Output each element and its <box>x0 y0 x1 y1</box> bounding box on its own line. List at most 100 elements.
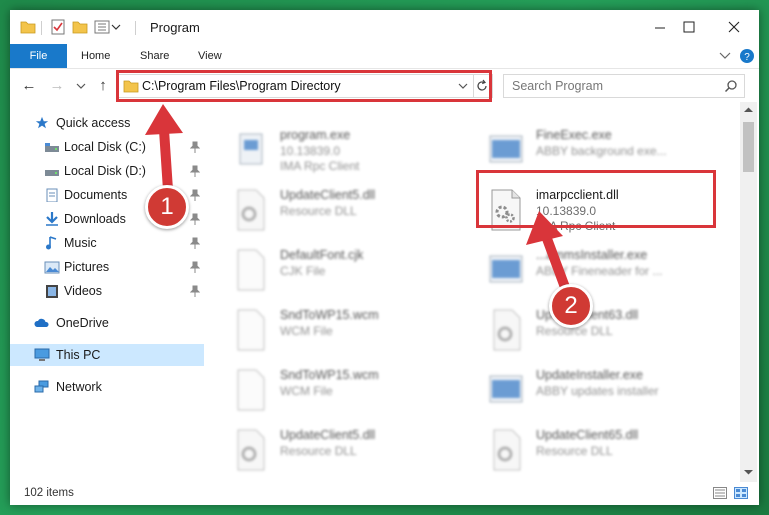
nav-videos[interactable]: Videos <box>10 280 204 302</box>
exe-file-icon <box>489 135 523 163</box>
file-item-imarpcclient[interactable]: imarpcclient.dll 10.13839.0 IMA Rpc Clie… <box>466 182 706 238</box>
file-item[interactable]: SndToWP15.wcm WCM File <box>210 302 450 358</box>
chevron-down-icon[interactable] <box>111 23 121 31</box>
forward-arrow-icon[interactable]: → <box>48 77 66 95</box>
nav-item-label: Videos <box>64 284 102 298</box>
tab-view[interactable]: View <box>198 44 222 68</box>
file-item[interactable]: UpdateClient5.dll Resource DLL <box>210 182 450 238</box>
file-item[interactable]: UpdateInstaller.exe ABBY updates install… <box>466 362 706 418</box>
exe-file-icon <box>489 375 523 403</box>
back-arrow-icon[interactable]: ← <box>20 77 38 95</box>
nav-item-label: Documents <box>64 188 128 202</box>
address-dropdown-icon[interactable] <box>458 83 468 90</box>
vertical-scrollbar[interactable] <box>740 102 757 482</box>
tab-share[interactable]: Share <box>140 44 169 68</box>
address-bar[interactable]: C:\Program Files\Program Directory <box>117 74 474 98</box>
nav-network[interactable]: Network <box>10 376 204 398</box>
step-2-badge: 2 <box>549 284 593 328</box>
dll-file-icon <box>493 429 521 471</box>
details-view-icon[interactable] <box>713 487 727 499</box>
file-detail: 10.13839.0 <box>280 144 341 158</box>
file-item[interactable]: UpdateClient5.dll Resource DLL <box>210 422 450 478</box>
dll-file-icon <box>493 309 521 351</box>
dll-file-icon <box>237 189 265 231</box>
title-bar: Program <box>10 10 759 44</box>
scrollbar-thumb[interactable] <box>743 122 754 172</box>
file-item[interactable]: program.exe 10.13839.0 IMA Rpc Client <box>210 122 450 178</box>
scroll-up-icon[interactable] <box>744 107 753 113</box>
scroll-down-icon[interactable] <box>744 470 753 476</box>
file-item[interactable]: SndToWP15.wcm WCM File <box>210 362 450 418</box>
search-box[interactable] <box>503 74 745 98</box>
cloud-icon <box>34 318 49 327</box>
file-detail: Resource DLL <box>280 204 357 218</box>
tab-home[interactable]: Home <box>81 44 110 68</box>
expand-ribbon-icon[interactable] <box>719 52 731 60</box>
status-bar: 102 items <box>10 482 759 505</box>
music-icon <box>46 236 57 250</box>
videos-icon <box>46 285 58 298</box>
search-input[interactable] <box>510 77 714 95</box>
close-button[interactable] <box>722 16 746 38</box>
nav-item-label: OneDrive <box>56 316 109 330</box>
new-folder-icon[interactable] <box>72 19 88 35</box>
exe-file-icon <box>489 255 523 283</box>
nav-music[interactable]: Music <box>10 232 204 254</box>
item-count: 102 items <box>24 487 74 499</box>
minimize-button[interactable] <box>648 16 672 38</box>
nav-item-label: Music <box>64 236 97 250</box>
file-description: IMA Rpc Client <box>536 219 616 233</box>
file-item[interactable]: FineExec.exe ABBY background exe... <box>466 122 706 178</box>
maximize-button[interactable] <box>677 16 701 38</box>
nav-item-label: Pictures <box>64 260 110 274</box>
drive-icon <box>45 170 59 176</box>
properties-icon[interactable] <box>50 19 66 35</box>
window-title: Program <box>150 20 200 35</box>
search-icon[interactable] <box>724 79 738 93</box>
file-item[interactable]: DefaultFont.cjk CJK File <box>210 242 450 298</box>
nav-this-pc[interactable]: This PC <box>10 344 204 366</box>
up-arrow-icon[interactable]: ↑ <box>94 77 112 95</box>
file-name: SndToWP15.wcm <box>280 308 379 322</box>
recent-locations-chevron-icon[interactable] <box>76 83 86 90</box>
file-version: 10.13839.0 <box>536 204 597 218</box>
file-detail: ABBY updates installer <box>536 384 659 398</box>
customize-icon[interactable] <box>94 19 110 35</box>
pin-icon[interactable] <box>190 237 200 249</box>
file-detail: ABBY Fineneader for ... <box>536 264 663 278</box>
file-name: imarpcclient.dll <box>536 188 619 202</box>
help-icon[interactable]: ? <box>739 48 755 64</box>
file-detail: IMA Rpc Client <box>280 159 360 173</box>
folder-icon[interactable] <box>20 19 36 35</box>
navigation-pane: Quick access Local Disk (C:) Local Disk … <box>10 102 206 482</box>
file-item[interactable]: UpdateClient65.dll Resource DLL <box>466 422 706 478</box>
nav-local-disk-d[interactable]: Local Disk (D:) <box>10 160 204 182</box>
explorer-window: Program File Home Share View ? ← → ↑ C:\… <box>10 10 759 505</box>
folder-icon <box>123 80 139 93</box>
file-detail: Resource DLL <box>536 444 613 458</box>
pin-icon[interactable] <box>190 165 200 177</box>
nav-onedrive[interactable]: OneDrive <box>10 312 204 334</box>
pin-icon[interactable] <box>190 213 200 225</box>
computer-icon <box>34 348 50 361</box>
toolbar-separator <box>41 21 42 35</box>
pictures-icon <box>44 261 60 274</box>
pin-icon[interactable] <box>190 261 200 273</box>
nav-quick-access[interactable]: Quick access <box>10 112 204 134</box>
pin-icon[interactable] <box>190 141 200 153</box>
file-name: DefaultFont.cjk <box>280 248 364 262</box>
address-row: ← → ↑ C:\Program Files\Program Directory <box>10 68 759 103</box>
downloads-icon <box>46 212 58 226</box>
nav-local-disk-c[interactable]: Local Disk (C:) <box>10 136 204 158</box>
documents-icon <box>46 188 58 202</box>
nav-pictures[interactable]: Pictures <box>10 256 204 278</box>
refresh-button[interactable] <box>472 74 493 98</box>
tab-file[interactable]: File <box>10 44 67 68</box>
address-path: C:\Program Files\Program Directory <box>142 79 341 93</box>
pin-icon[interactable] <box>190 189 200 201</box>
nav-item-label: This PC <box>56 348 101 362</box>
large-icons-view-icon[interactable] <box>734 487 748 499</box>
pin-icon[interactable] <box>190 285 200 297</box>
nav-item-label: Local Disk (C:) <box>64 140 146 154</box>
exe-file-icon <box>239 133 263 165</box>
